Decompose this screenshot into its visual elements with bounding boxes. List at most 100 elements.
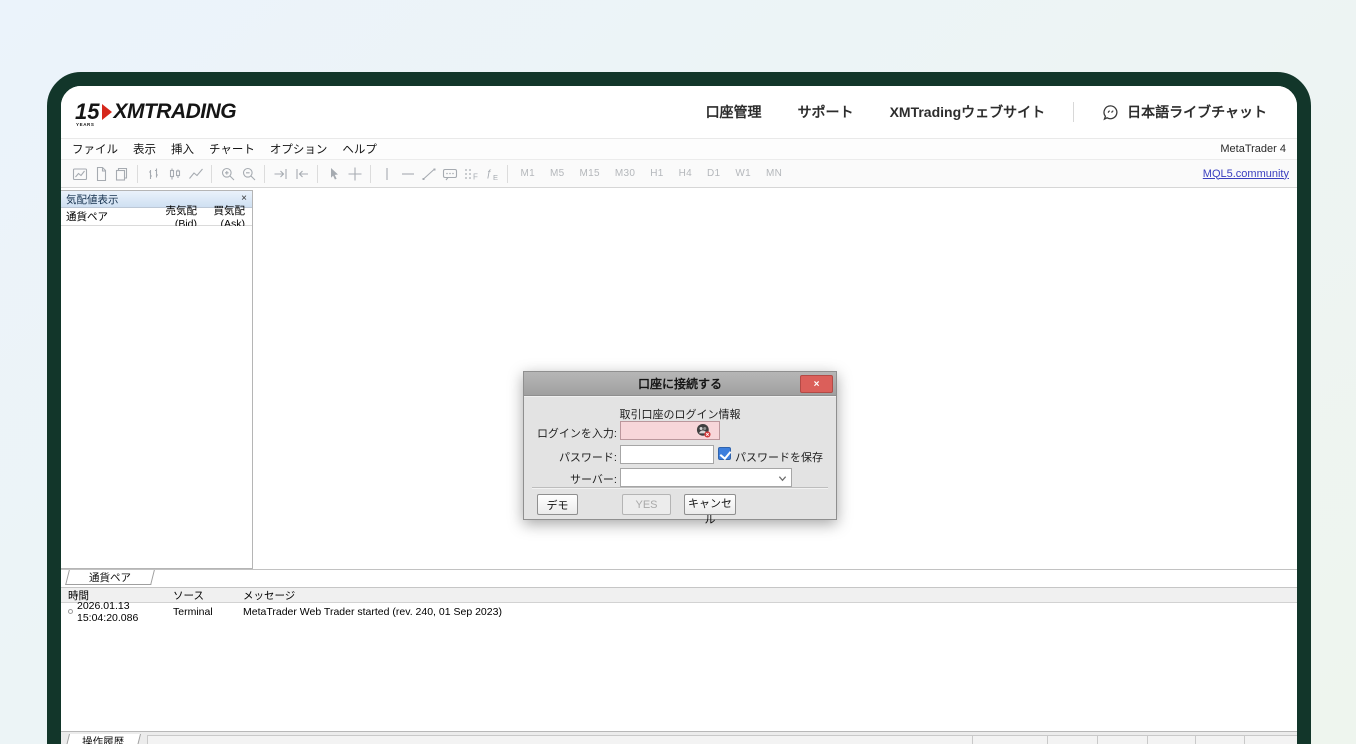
trendline-icon[interactable]: [418, 163, 439, 185]
timeframe-mn-button[interactable]: MN: [766, 168, 782, 179]
nav-divider: [1073, 102, 1074, 122]
chart-shift-icon[interactable]: [291, 163, 312, 185]
timeframe-h4-button[interactable]: H4: [679, 168, 692, 179]
header-nav: 口座管理 サポート XMTradingウェブサイト 日本語ライブチャット: [706, 102, 1267, 122]
svg-text:E: E: [493, 173, 498, 182]
log-bullet-icon: [68, 609, 73, 614]
toolbar-separator: [317, 165, 318, 183]
chat-icon: [1102, 104, 1119, 121]
toolbar-separator: [137, 165, 138, 183]
zoom-in-icon[interactable]: [217, 163, 238, 185]
vertical-line-icon[interactable]: [376, 163, 397, 185]
save-password-checkbox[interactable]: [718, 447, 731, 460]
timeframe-m5-button[interactable]: M5: [550, 168, 565, 179]
tab-symbols[interactable]: 通貨ペア: [65, 570, 155, 585]
dialog-body: 取引口座のログイン情報 ログインを入力: パスワード: パスワードを保: [524, 396, 836, 520]
market-watch-title: 気配値表示: [66, 192, 119, 207]
indicators-icon[interactable]: ƒE: [481, 163, 502, 185]
mql5-community-link[interactable]: MQL5.community: [1203, 168, 1289, 180]
cancel-button[interactable]: キャンセル: [684, 494, 736, 515]
connect-account-dialog: 口座に接続する × 取引口座のログイン情報 ログインを入力:: [523, 371, 837, 520]
status-pane-divider: [1195, 736, 1196, 744]
status-pane-divider: [1047, 736, 1048, 744]
column-symbol: 通貨ペア: [61, 209, 145, 224]
svg-text:ƒ: ƒ: [486, 168, 492, 179]
candlesticks-icon[interactable]: [164, 163, 185, 185]
templates-icon[interactable]: [111, 163, 132, 185]
platform-label: MetaTrader 4: [1220, 143, 1286, 155]
password-input[interactable]: [620, 445, 714, 464]
tab-journal[interactable]: 操作履歴: [65, 734, 141, 744]
toolbar-separator: [211, 165, 212, 183]
status-pane-divider: [1097, 736, 1098, 744]
nav-account-management[interactable]: 口座管理: [706, 102, 762, 122]
dialog-subtitle: 取引口座のログイン情報: [524, 406, 836, 422]
dialog-titlebar: 口座に接続する ×: [524, 372, 836, 396]
server-select[interactable]: [620, 468, 792, 487]
app-window: 15 YEARS XMTRADING 口座管理 サポート XMTradingウェ…: [47, 72, 1311, 744]
nav-support[interactable]: サポート: [798, 102, 854, 122]
menu-view[interactable]: 表示: [133, 141, 156, 157]
timeframe-h1-button[interactable]: H1: [650, 168, 663, 179]
auto-scroll-icon[interactable]: [270, 163, 291, 185]
timeframe-m15-button[interactable]: M15: [580, 168, 600, 179]
yes-button[interactable]: YES: [622, 494, 671, 515]
toolbar-separator: [507, 165, 508, 183]
market-watch-tab-strip: 通貨ペア: [61, 570, 1297, 586]
timeframe-m1-button[interactable]: M1: [521, 168, 536, 179]
menu-chart[interactable]: チャート: [209, 141, 255, 157]
chevron-down-icon: [778, 474, 787, 483]
logo-15-years: 15 YEARS: [75, 101, 100, 123]
line-chart-icon[interactable]: [185, 163, 206, 185]
crosshair-icon[interactable]: [344, 163, 365, 185]
page-background: 15 YEARS XMTRADING 口座管理 サポート XMTradingウェ…: [0, 0, 1356, 744]
fibonacci-icon[interactable]: F: [460, 163, 481, 185]
log-message: MetaTrader Web Trader started (rev. 240,…: [243, 606, 1297, 618]
demo-button[interactable]: デモ: [537, 494, 578, 515]
dialog-separator: [532, 487, 828, 488]
window-content: 15 YEARS XMTRADING 口座管理 サポート XMTradingウェ…: [61, 86, 1297, 744]
server-label: サーバー:: [524, 471, 617, 487]
column-source: ソース: [173, 588, 243, 603]
column-message: メッセージ: [243, 588, 1297, 603]
dialog-title: 口座に接続する: [638, 375, 722, 392]
journal-column-headers: 時間 ソース メッセージ: [61, 587, 1297, 603]
bottom-status-strip: 操作履歴: [61, 731, 1297, 744]
bar-chart-icon[interactable]: [143, 163, 164, 185]
profiles-icon[interactable]: [90, 163, 111, 185]
logo-years-caption: YEARS: [76, 123, 95, 128]
journal-log-row: 2026.01.13 15:04:20.086 Terminal MetaTra…: [61, 604, 1297, 619]
text-label-icon[interactable]: [439, 163, 460, 185]
status-bar: [147, 735, 1297, 744]
menu-file[interactable]: ファイル: [72, 141, 118, 157]
menu-options[interactable]: オプション: [270, 141, 328, 157]
dialog-close-button[interactable]: ×: [800, 375, 833, 393]
market-watch-column-headers: 通貨ペア 売気配(Bid) 買気配(Ask): [61, 208, 252, 226]
toolbar-separator: [264, 165, 265, 183]
svg-text:F: F: [473, 172, 478, 181]
menu-help[interactable]: ヘルプ: [342, 141, 377, 157]
timeframe-w1-button[interactable]: W1: [735, 168, 751, 179]
account-error-icon: [696, 423, 711, 438]
save-password-label: パスワードを保存: [735, 449, 823, 465]
status-pane-divider: [1147, 736, 1148, 744]
status-pane-divider: [1244, 736, 1245, 744]
menubar: ファイル 表示 挿入 チャート オプション ヘルプ MetaTrader 4: [61, 138, 1297, 159]
log-time: 2026.01.13 15:04:20.086: [61, 600, 173, 624]
status-pane-divider: [972, 736, 973, 744]
menu-insert[interactable]: 挿入: [171, 141, 194, 157]
market-watch-panel: 気配値表示 × 通貨ペア 売気配(Bid) 買気配(Ask): [61, 190, 253, 569]
nav-website[interactable]: XMTradingウェブサイト: [890, 102, 1046, 122]
horizontal-line-icon[interactable]: [397, 163, 418, 185]
cursor-icon[interactable]: [323, 163, 344, 185]
logo-brand-text: XMTRADING: [113, 100, 236, 124]
zoom-out-icon[interactable]: [238, 163, 259, 185]
nav-live-chat[interactable]: 日本語ライブチャット: [1102, 102, 1267, 122]
xmtrading-logo: 15 YEARS XMTRADING: [75, 100, 236, 124]
login-label: ログインを入力:: [524, 425, 617, 441]
toolbar-separator: [370, 165, 371, 183]
timeframe-m30-button[interactable]: M30: [615, 168, 635, 179]
timeframe-d1-button[interactable]: D1: [707, 168, 720, 179]
new-chart-icon[interactable]: [69, 163, 90, 185]
logo-arrow-icon: [102, 104, 112, 120]
